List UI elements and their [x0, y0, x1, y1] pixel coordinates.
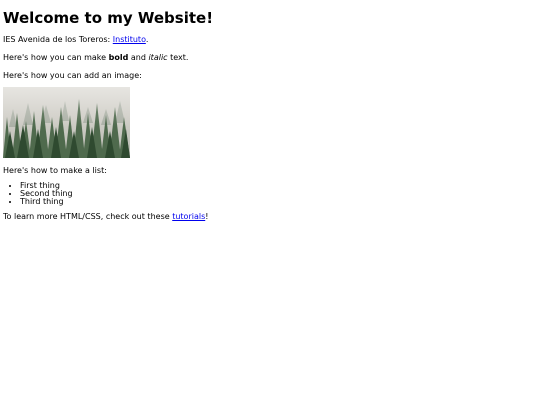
bullet-list: First thing Second thing Third thing: [3, 182, 537, 206]
image-intro: Here's how you can add an image:: [3, 71, 142, 80]
list-intro: Here's how to make a list:: [3, 166, 107, 175]
formatting-middle: and: [128, 53, 149, 62]
institution-suffix: .: [145, 35, 149, 44]
bold-word: bold: [108, 53, 129, 62]
page-content: Welcome to my Website! IES Avenida de lo…: [0, 9, 540, 222]
institution-link[interactable]: Instituto: [113, 35, 146, 44]
learn-more-suffix: !: [205, 212, 209, 221]
institution-prefix: IES Avenida de los Toreros:: [3, 35, 113, 44]
list-item: First thing: [20, 182, 537, 190]
formatting-suffix: text.: [167, 53, 189, 62]
formatting-line: Here's how you can make bold and italic …: [3, 53, 537, 63]
forest-image: [3, 87, 130, 158]
formatting-prefix: Here's how you can make: [3, 53, 109, 62]
learn-more-prefix: To learn more HTML/CSS, check out these: [3, 212, 173, 221]
page-title: Welcome to my Website!: [3, 9, 214, 27]
institution-line: IES Avenida de los Toreros: Instituto.: [3, 35, 537, 45]
tutorials-link[interactable]: tutorials: [172, 212, 205, 221]
learn-more-line: To learn more HTML/CSS, check out these …: [3, 212, 537, 222]
list-item: Third thing: [20, 198, 537, 206]
list-item: Second thing: [20, 190, 537, 198]
italic-word: italic: [148, 53, 168, 62]
